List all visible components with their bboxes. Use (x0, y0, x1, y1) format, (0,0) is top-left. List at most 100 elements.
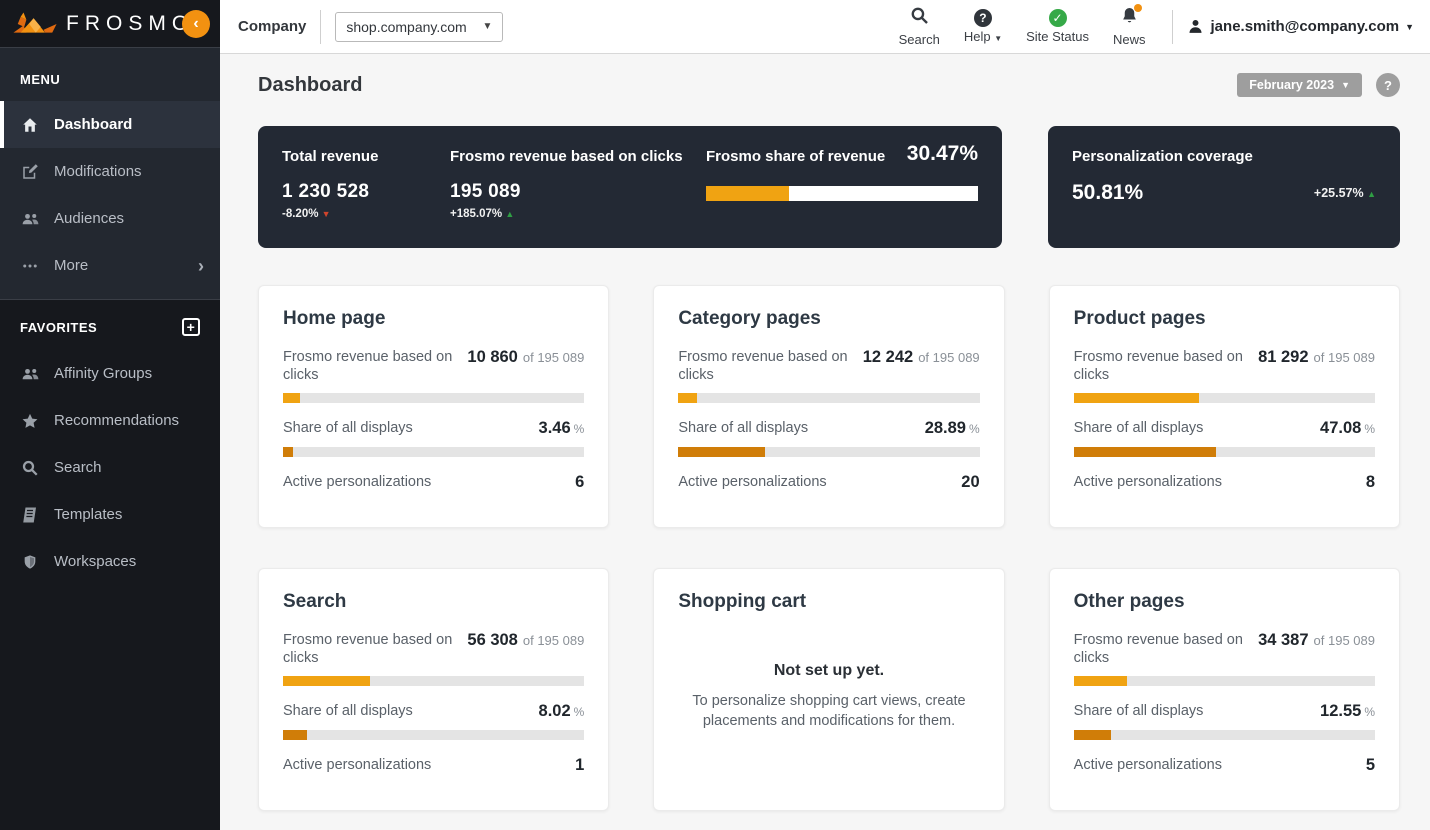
search-icon (20, 459, 40, 477)
page-card-search: Search Frosmo revenue based on clicks 56… (258, 568, 610, 811)
revenue-bar (678, 393, 980, 404)
active-metric-label: Active personalizations (678, 474, 827, 491)
sidebar-item-label: Audiences (54, 210, 125, 227)
menu-section: MENU Dashboard Modifications Audiences M… (0, 48, 220, 300)
add-favorite-button[interactable]: + (182, 318, 200, 336)
ellipsis-icon (20, 257, 40, 275)
share-bar-fill (1073, 447, 1216, 458)
revenue-value: 12 242 (862, 348, 914, 366)
revenue-total: 195 089 (932, 350, 980, 365)
check-circle-icon: ✓ (1048, 9, 1067, 27)
news-button[interactable]: News (1113, 4, 1146, 47)
sidebar-item-label: Affinity Groups (54, 365, 153, 382)
notification-dot (1133, 4, 1142, 12)
search-button[interactable]: Search (899, 6, 940, 47)
share-value: 3.46 (538, 419, 571, 438)
share-bar-fill (678, 447, 766, 458)
sidebar-item-search[interactable]: Search (0, 444, 220, 491)
share-bar (678, 447, 980, 458)
card-title: Category pages (678, 308, 821, 329)
coverage-label: Personalization coverage (1072, 148, 1253, 165)
share-bar (283, 730, 585, 741)
empty-state-title: Not set up yet. (773, 661, 885, 679)
share-metric-label: Share of all displays (1073, 420, 1204, 437)
sidebar-item-templates[interactable]: Templates (0, 491, 220, 538)
page-title: Dashboard (258, 73, 363, 96)
active-value: 1 (575, 756, 585, 775)
sidebar-item-recommendations[interactable]: Recommendations (0, 397, 220, 444)
site-status-button[interactable]: ✓ Site Status (1026, 9, 1089, 44)
revenue-bar (283, 676, 585, 687)
revenue-share-value: 30.47% (906, 142, 978, 165)
share-bar-fill (1073, 730, 1112, 741)
revenue-bar-fill (678, 393, 698, 404)
topbar: Company shop.company.com ▼ Search ? Help… (220, 0, 1430, 54)
total-revenue-value: 1 230 528 (282, 181, 370, 202)
trend-up-icon: ▲ (505, 209, 515, 219)
share-metric-label: Share of all displays (678, 420, 809, 437)
favorites-section-title: FAVORITES + (0, 306, 220, 350)
user-menu[interactable]: jane.smith@company.com ▼ (1187, 18, 1414, 35)
period-selector-button[interactable]: February 2023 ▼ (1237, 73, 1362, 97)
sidebar-collapse-button[interactable]: ‹ (182, 10, 210, 38)
page-card-home: Home page Frosmo revenue based on clicks… (258, 285, 610, 528)
share-value: 12.55 (1320, 702, 1362, 721)
sidebar-item-label: Search (54, 459, 102, 476)
share-bar (1073, 730, 1375, 741)
total-revenue-delta: -8.20% ▼ (282, 208, 331, 220)
help-button[interactable]: ? Help ▼ (964, 9, 1002, 44)
page-card-shopping-cart: Shopping cart Not set up yet. To persona… (653, 568, 1005, 811)
revenue-bar-fill (1073, 393, 1200, 404)
sidebar-item-label: More (54, 257, 89, 274)
trend-down-icon: ▼ (321, 209, 331, 219)
sidebar-item-audiences[interactable]: Audiences (0, 195, 220, 242)
star-icon (20, 412, 40, 430)
revenue-value: 81 292 (1258, 348, 1309, 366)
site-status-label: Site Status (1026, 29, 1089, 44)
revenue-total: 195 089 (537, 350, 585, 365)
revenue-value: 56 308 (467, 631, 518, 649)
card-title: Other pages (1073, 591, 1185, 612)
page-card-category: Category pages Frosmo revenue based on c… (653, 285, 1005, 528)
sidebar-item-label: Modifications (54, 163, 142, 180)
chevron-right-icon: › (198, 255, 204, 276)
share-metric-label: Share of all displays (283, 703, 413, 720)
revenue-bar-fill (283, 393, 300, 404)
sidebar-item-modifications[interactable]: Modifications (0, 148, 220, 195)
revenue-bar-fill (1073, 676, 1127, 687)
share-bar (283, 447, 585, 458)
personalization-coverage-card: Personalization coverage 50.81% +25.57% … (1048, 126, 1400, 248)
revenue-metric-label: Frosmo revenue based on clicks (1073, 632, 1243, 667)
user-icon (1187, 18, 1204, 35)
page-help-button[interactable]: ? (1376, 73, 1400, 97)
revenue-share-bar (706, 186, 978, 201)
frosmo-fox-logo-icon (13, 12, 57, 33)
site-selector[interactable]: shop.company.com ▼ (335, 11, 504, 42)
sidebar-item-label: Templates (54, 506, 123, 523)
sidebar-item-workspaces[interactable]: Workspaces (0, 538, 220, 585)
favorites-section: FAVORITES + Affinity Groups Recommendati… (0, 300, 220, 591)
revenue-share-label: Frosmo share of revenue (706, 148, 886, 165)
divider (320, 9, 322, 44)
divider (1171, 9, 1173, 44)
news-button-label: News (1113, 32, 1146, 47)
sidebar-item-more[interactable]: More › (0, 242, 220, 289)
active-metric-label: Active personalizations (283, 757, 432, 774)
sidebar-item-affinity-groups[interactable]: Affinity Groups (0, 350, 220, 397)
revenue-metric-label: Frosmo revenue based on clicks (283, 349, 453, 384)
active-metric-label: Active personalizations (283, 474, 432, 491)
sidebar-item-label: Recommendations (54, 412, 180, 429)
share-value: 8.02 (538, 702, 571, 721)
page-card-other: Other pages Frosmo revenue based on clic… (1048, 568, 1400, 811)
card-title: Home page (283, 308, 386, 329)
revenue-metric-label: Frosmo revenue based on clicks (1073, 349, 1243, 384)
page-card-product: Product pages Frosmo revenue based on cl… (1048, 285, 1400, 528)
active-metric-label: Active personalizations (1073, 757, 1222, 774)
share-value: 28.89 (924, 419, 966, 438)
share-metric-label: Share of all displays (1073, 703, 1204, 720)
share-bar-fill (283, 447, 294, 458)
active-value: 6 (575, 473, 585, 492)
revenue-summary-card: Total revenue 1 230 528 -8.20% ▼ Frosmo … (258, 126, 1002, 248)
sidebar-item-dashboard[interactable]: Dashboard (0, 101, 220, 148)
share-bar-fill (283, 730, 308, 741)
